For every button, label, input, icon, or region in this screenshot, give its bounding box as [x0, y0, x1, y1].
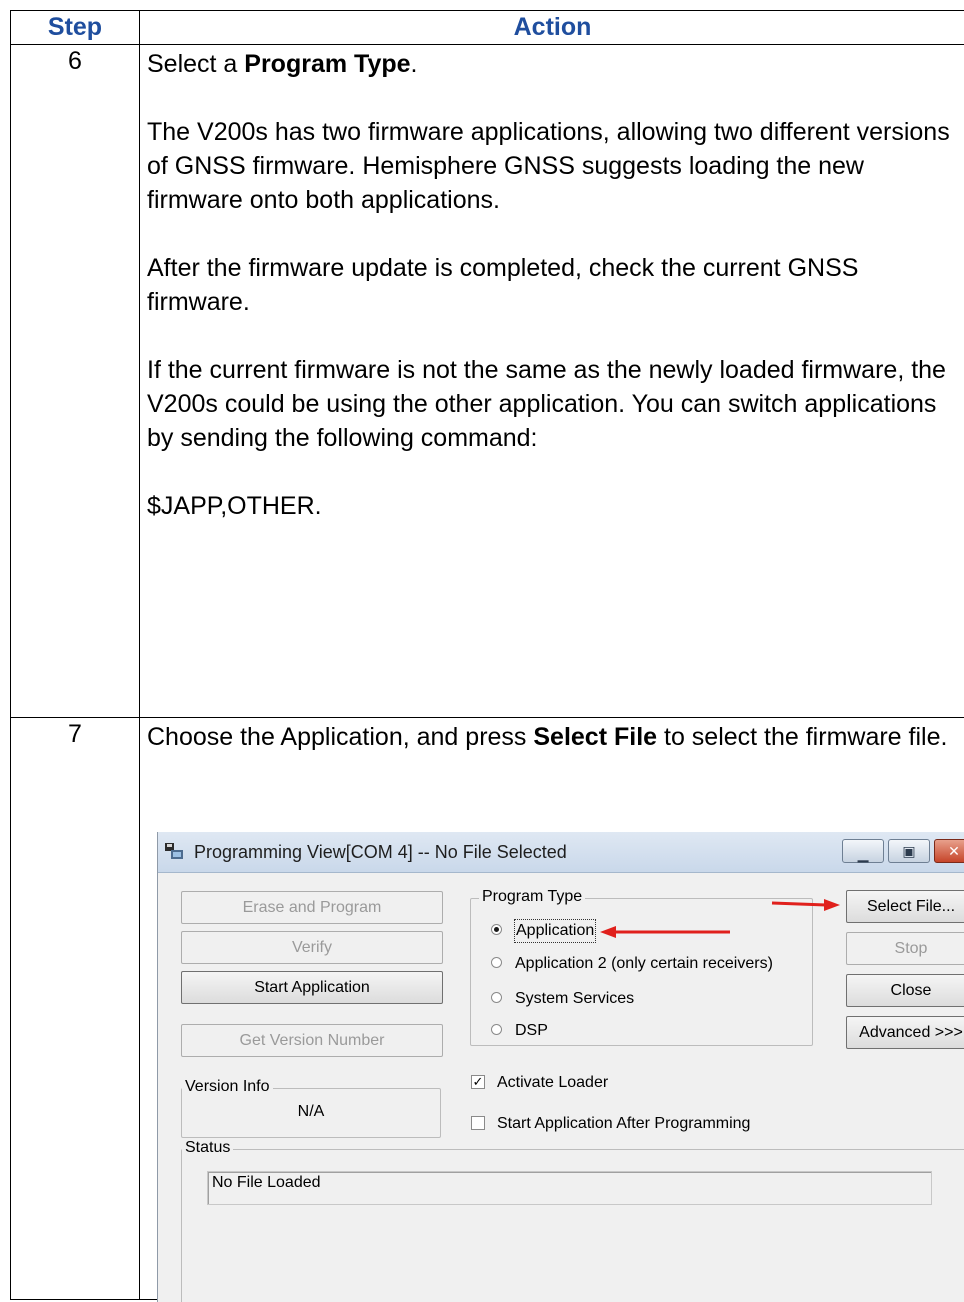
app-icon	[164, 842, 184, 860]
close-icon: ✕	[935, 843, 964, 860]
action-text: Choose the Application, and press	[147, 723, 533, 751]
radio-button[interactable]	[491, 924, 502, 935]
radio-label: Application	[515, 920, 595, 942]
version-info-group: Version Info N/A	[181, 1088, 441, 1138]
close-window-button[interactable]: ✕	[934, 839, 964, 863]
programming-view-dialog: Programming View[COM 4] -- No File Selec…	[157, 832, 964, 1302]
action-emphasis: Select File	[533, 723, 657, 751]
radio-label: DSP	[515, 1020, 548, 1042]
dialog-titlebar[interactable]: Programming View[COM 4] -- No File Selec…	[158, 832, 964, 873]
erase-and-program-button[interactable]: Erase and Program	[181, 891, 443, 924]
action-text: to select the firmware file.	[657, 723, 947, 751]
action-paragraph: The V200s has two firmware applications,…	[147, 115, 964, 217]
action-text: Select a	[147, 50, 244, 78]
select-file-button[interactable]: Select File...	[846, 890, 964, 923]
advanced-button[interactable]: Advanced >>>	[846, 1016, 964, 1049]
get-version-number-button[interactable]: Get Version Number	[181, 1024, 443, 1057]
minimize-icon: ▁	[843, 846, 883, 863]
radio-label: Application 2 (only certain receivers)	[515, 953, 773, 975]
action-paragraph: If the current firmware is not the same …	[147, 353, 964, 455]
program-type-legend: Program Type	[479, 888, 585, 906]
action-text: .	[411, 50, 418, 78]
version-info-value: N/A	[182, 1103, 440, 1121]
stop-button[interactable]: Stop	[846, 932, 964, 965]
checkbox-label: Start Application After Programming	[497, 1113, 750, 1135]
table-header-row: Step Action	[11, 11, 964, 45]
maximize-button[interactable]: ▣	[888, 839, 930, 863]
action-paragraph: Select a Program Type.	[147, 47, 964, 81]
action-paragraph: Choose the Application, and press Select…	[147, 720, 964, 754]
close-button[interactable]: Close	[846, 974, 964, 1007]
minimize-button[interactable]: ▁	[842, 839, 884, 863]
radio-button[interactable]	[491, 1024, 502, 1035]
action-cell: Select a Program Type. The V200s has two…	[140, 45, 964, 718]
action-emphasis: Program Type	[244, 50, 410, 78]
header-step: Step	[11, 11, 140, 45]
radio-button[interactable]	[491, 992, 502, 1003]
status-legend: Status	[182, 1139, 233, 1157]
step-number: 6	[11, 45, 140, 718]
maximize-icon: ▣	[889, 843, 929, 860]
verify-button[interactable]: Verify	[181, 931, 443, 964]
radio-button[interactable]	[491, 957, 502, 968]
step-number: 7	[11, 718, 140, 1300]
version-info-legend: Version Info	[182, 1078, 273, 1096]
header-action: Action	[140, 11, 964, 45]
red-arrow-to-select-file	[770, 896, 842, 912]
radio-label: System Services	[515, 988, 634, 1010]
checkbox-box[interactable]	[471, 1116, 485, 1130]
red-arrow-to-application	[598, 924, 733, 940]
checkbox-label: Activate Loader	[497, 1072, 608, 1094]
status-text: No File Loaded	[207, 1171, 932, 1205]
start-application-button[interactable]: Start Application	[181, 971, 443, 1004]
dialog-title: Programming View[COM 4] -- No File Selec…	[194, 842, 567, 863]
table-row: 6 Select a Program Type. The V200s has t…	[11, 45, 964, 718]
action-paragraph: After the firmware update is completed, …	[147, 251, 964, 319]
checkbox-box[interactable]: ✓	[471, 1075, 485, 1089]
command-text: $JAPP,OTHER.	[147, 489, 964, 523]
